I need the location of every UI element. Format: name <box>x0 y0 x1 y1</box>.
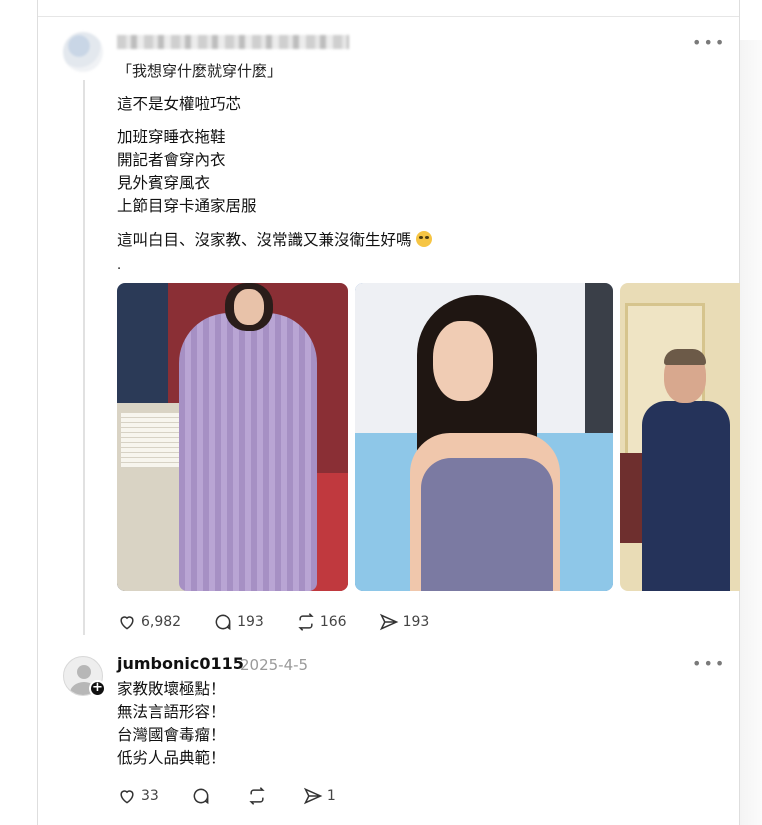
author-name-blurred[interactable] <box>117 35 349 49</box>
post-more-icon[interactable]: ••• <box>692 35 726 51</box>
photo-purple-top <box>421 458 553 591</box>
reply-share-button[interactable]: 1 <box>303 786 336 806</box>
repost-icon <box>249 787 265 805</box>
reply-reply-button[interactable] <box>191 786 215 806</box>
reply-username[interactable]: jumbonic0115 <box>117 654 244 673</box>
reply-line-2: 無法言語形容！ <box>117 703 226 721</box>
post-image-3[interactable] <box>620 283 740 591</box>
photo-hair <box>664 349 706 365</box>
plus-follow-icon[interactable]: + <box>89 680 106 697</box>
post-line-5: 上節目穿卡通家居服 <box>117 197 257 215</box>
post-line-2: 加班穿睡衣拖鞋 <box>117 128 226 146</box>
comment-bubble-icon <box>193 788 209 805</box>
reply-line-3: 台灣國會毒瘤！ <box>117 726 226 744</box>
reply-button[interactable]: 193 <box>213 612 264 632</box>
like-count: 6,982 <box>141 614 182 630</box>
reply-more-icon[interactable]: ••• <box>692 656 726 672</box>
reply-line-4: 低劣人品典範！ <box>117 749 226 767</box>
reply-date: 2025-4-5 <box>240 656 309 674</box>
post-action-bar: 6,982 193 166 193 <box>117 612 461 632</box>
thread-line <box>83 80 85 635</box>
eye-roll-emoji-icon <box>415 231 432 247</box>
reply-like-button[interactable]: 33 <box>117 786 159 806</box>
send-icon <box>303 787 323 805</box>
reply-line-1: 家教敗壞極點！ <box>117 680 226 698</box>
post-image-2[interactable] <box>355 283 613 591</box>
feed-left-border <box>37 0 38 825</box>
photo-face <box>433 321 493 401</box>
post-quote: 「我想穿什麼就穿什麼」 <box>117 62 283 80</box>
photo-navy-suit <box>642 401 730 591</box>
post-divider <box>38 16 739 17</box>
heart-icon <box>120 790 134 804</box>
post-line-3: 開記者會穿內衣 <box>117 151 226 169</box>
repost-icon <box>298 613 314 631</box>
share-count: 193 <box>402 614 430 630</box>
post-line-6-wrap: 這叫白目、沒家教、沒常識又兼沒衛生好嗎 <box>117 229 432 252</box>
reply-share-count: 1 <box>326 788 336 804</box>
post-line-6: 這叫白目、沒家教、沒常識又兼沒衛生好嗎 <box>117 231 412 249</box>
reply-count: 193 <box>237 614 264 630</box>
photo-face <box>234 289 264 325</box>
repost-button[interactable]: 166 <box>296 612 347 632</box>
post-line-1: 這不是女權啦巧芯 <box>117 95 242 113</box>
post-line-7: . <box>117 258 122 273</box>
post-image-1[interactable] <box>117 283 348 591</box>
photo-board-frame <box>585 283 613 433</box>
reply-like-count: 33 <box>141 788 159 804</box>
reply-repost-button[interactable] <box>247 786 271 806</box>
author-avatar-blurred[interactable] <box>63 32 103 72</box>
side-panel-shadow <box>740 40 762 825</box>
send-icon <box>379 613 398 631</box>
reply-action-bar: 33 1 <box>117 786 368 806</box>
like-button[interactable]: 6,982 <box>117 612 181 632</box>
comment-bubble-icon <box>215 614 231 631</box>
share-button[interactable]: 193 <box>379 612 430 632</box>
photo-purple-dress <box>179 313 317 591</box>
repost-count: 166 <box>319 614 347 630</box>
photo-chair <box>620 453 642 543</box>
post-line-4: 見外賓穿風衣 <box>117 174 211 192</box>
heart-icon <box>120 616 134 630</box>
